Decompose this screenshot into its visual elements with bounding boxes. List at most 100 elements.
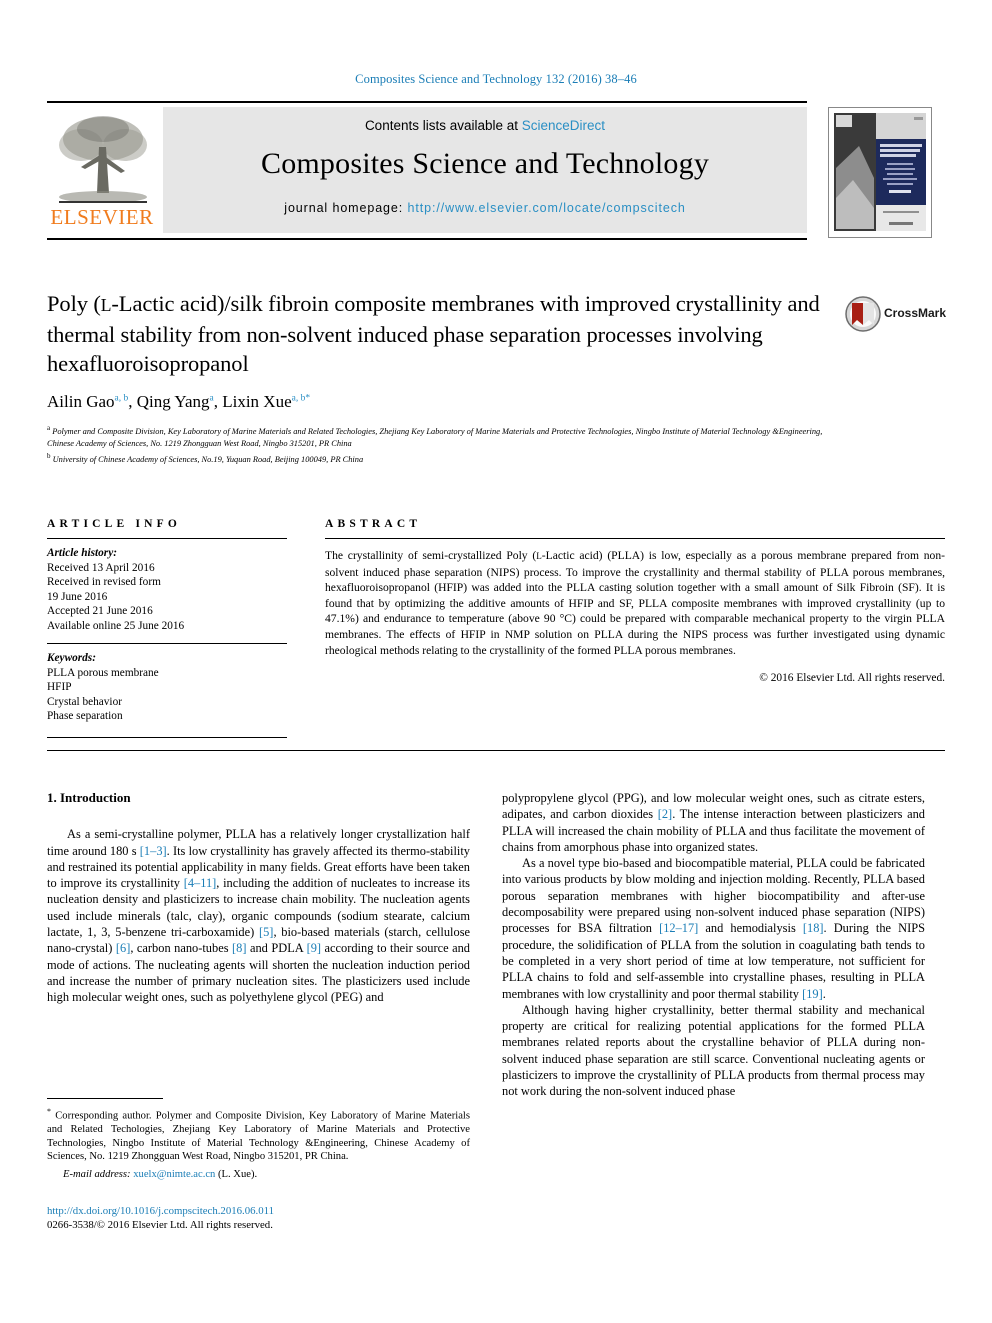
title-text-part2: -Lactic acid)/silk fibroin composite mem… (47, 291, 820, 376)
masthead-top-rule (47, 101, 807, 103)
email-address-label: E-mail address: (63, 1168, 131, 1180)
body-text-run: and hemodialysis (698, 921, 803, 936)
citation-link[interactable]: [12–17] (659, 921, 698, 935)
crossmark-label: CrossMark (884, 306, 947, 320)
email-owner: (L. Xue). (218, 1168, 258, 1180)
keyword-item: Phase separation (47, 710, 123, 722)
keyword-item: HFIP (47, 681, 72, 693)
abstract-rule (325, 538, 945, 539)
contents-available-line: Contents lists available at ScienceDirec… (365, 118, 605, 133)
body-text-run: Although having higher crystallinity, be… (502, 1002, 925, 1099)
affiliations: a Polymer and Composite Division, Key La… (47, 422, 847, 466)
keyword-item: Crystal behavior (47, 695, 122, 708)
journal-title: Composites Science and Technology (260, 147, 710, 180)
issn-copyright-line: 0266-3538/© 2016 Elsevier Ltd. All right… (47, 1219, 273, 1231)
sciencedirect-link[interactable]: ScienceDirect (522, 118, 605, 133)
intro-paragraph-3: As a novel type bio-based and biocompati… (502, 855, 925, 1002)
elsevier-wordmark: ELSEVIER (50, 205, 154, 229)
abstract-bottom-rule (47, 750, 945, 751)
section-title-introduction: 1. Introduction (47, 790, 131, 805)
citation-link[interactable]: [18] (803, 921, 824, 935)
page-title: Poly (L-Lactic acid)/silk fibroin compos… (47, 289, 837, 378)
intro-paragraph-1: As a semi-crystalline polymer, PLLA has … (47, 826, 470, 1005)
elsevier-logo: ELSEVIER (47, 107, 157, 233)
title-block: Poly (L-Lactic acid)/silk fibroin compos… (47, 289, 837, 378)
footnote-rule (47, 1098, 163, 1099)
keywords-rule (47, 643, 287, 644)
elsevier-tree-icon (59, 116, 147, 203)
history-line: Received in revised form (47, 576, 161, 588)
history-line: 19 June 2016 (47, 590, 108, 603)
body-text-run: and PDLA (246, 941, 307, 956)
affiliation-b-text: University of Chinese Academy of Science… (52, 455, 364, 464)
journal-homepage-link[interactable]: http://www.elsevier.com/locate/compscite… (408, 201, 686, 215)
author-name-1: Ailin Gao (47, 392, 115, 411)
email-link[interactable]: xuelx@nimte.ac.cn (133, 1169, 215, 1180)
masthead-banner: Contents lists available at ScienceDirec… (163, 107, 807, 233)
abstract-column: ABSTRACT The crystallinity of semi-cryst… (325, 518, 945, 684)
abstract-copyright: © 2016 Elsevier Ltd. All rights reserved… (759, 672, 945, 685)
author-sep-2: , (213, 392, 223, 411)
author-name-2: Qing Yang (136, 392, 210, 411)
abstract-text: The crystallinity of semi-crystallized P… (325, 548, 945, 658)
keywords-label: Keywords: (47, 652, 96, 664)
body-left-column: 1. Introduction As a semi-crystalline po… (47, 790, 470, 1006)
doi-link[interactable]: http://dx.doi.org/10.1016/j.compscitech.… (47, 1204, 470, 1218)
affiliation-a-mark: a (47, 424, 51, 432)
journal-masthead: ELSEVIER Contents lists available at Sci… (47, 101, 945, 240)
author-affil-mark-3: a, b (291, 393, 306, 404)
author-list: Ailin Gaoa, b, Qing Yanga, Lixin Xuea, b… (47, 392, 847, 412)
history-line: Available online 25 June 2016 (47, 619, 185, 632)
article-history-block: Article history: Received 13 April 2016 … (47, 546, 287, 633)
corresponding-author-footnote: * Corresponding author. Polymer and Comp… (47, 1098, 470, 1182)
citation-link[interactable]: [2] (658, 807, 672, 821)
footnote-text: * Corresponding author. Polymer and Comp… (47, 1105, 470, 1164)
imprint-block: http://dx.doi.org/10.1016/j.compscitech.… (47, 1204, 470, 1232)
affiliation-a-text: Polymer and Composite Division, Key Labo… (47, 426, 823, 448)
abstract-part1: The crystallinity of semi-crystallized P… (325, 549, 537, 562)
footnote-body: Corresponding author. Polymer and Compos… (47, 1110, 470, 1163)
author-affil-mark-1: a, b (114, 393, 129, 404)
title-text-part1: Poly ( (47, 291, 101, 316)
citation-link[interactable]: [6] (116, 941, 130, 955)
author-name-3: Lixin Xue (222, 392, 292, 411)
article-info-end-rule (47, 736, 287, 738)
footnote-email-line: E-mail address: xuelx@nimte.ac.cn (L. Xu… (47, 1168, 470, 1182)
author-sep-1: , (128, 392, 137, 411)
journal-cover-art (829, 108, 931, 237)
article-info-column: ARTICLE INFO Article history: Received 1… (47, 518, 287, 738)
intro-paragraph-4: Although having higher crystallinity, be… (502, 1002, 925, 1100)
body-text-run: . (822, 986, 826, 1001)
contents-prefix: Contents lists available at (364, 118, 522, 133)
crossmark-badge-group[interactable]: CrossMark (845, 296, 947, 338)
keyword-item: PLLA porous membrane (47, 666, 159, 679)
citation-link[interactable]: [5] (259, 925, 273, 939)
intro-paragraph-2: polypropylene glycol (PPG), and low mole… (502, 790, 925, 855)
abstract-heading: ABSTRACT (325, 518, 422, 530)
article-info-rule (47, 538, 287, 539)
affiliation-a: a Polymer and Composite Division, Key La… (47, 422, 847, 450)
history-line: Accepted 21 June 2016 (47, 605, 153, 617)
citation-link[interactable]: [4–11] (184, 876, 217, 890)
crossmark-icon[interactable] (845, 296, 881, 332)
citation-link[interactable]: [9] (307, 941, 321, 955)
affiliation-b: b University of Chinese Academy of Scien… (47, 450, 847, 466)
article-info-heading: ARTICLE INFO (47, 518, 182, 530)
citation-link[interactable]: [1–3] (140, 844, 167, 858)
history-line: Received 13 April 2016 (47, 561, 155, 574)
abstract-part2: -Lactic acid) (PLLA) is low, especially … (325, 549, 946, 657)
journal-cover-thumbnail (828, 107, 932, 238)
corresponding-author-star[interactable]: * (305, 393, 310, 403)
body-right-column: polypropylene glycol (PPG), and low mole… (502, 790, 925, 1100)
masthead-bottom-rule (47, 238, 807, 240)
keywords-block: Keywords: PLLA porous membrane HFIP Crys… (47, 651, 287, 724)
body-text-run: , carbon nano-tubes (130, 941, 233, 956)
affiliation-b-mark: b (47, 452, 51, 461)
homepage-prefix: journal homepage: (284, 201, 408, 215)
journal-homepage-line: journal homepage: http://www.elsevier.co… (284, 201, 685, 215)
article-history-label: Article history: (47, 547, 117, 559)
paper-page: Composites Science and Technology 132 (2… (0, 0, 992, 1323)
citation-link[interactable]: [19] (802, 987, 823, 1001)
citation-link[interactable]: [8] (232, 941, 246, 955)
title-smallcap-l: L (100, 295, 112, 315)
